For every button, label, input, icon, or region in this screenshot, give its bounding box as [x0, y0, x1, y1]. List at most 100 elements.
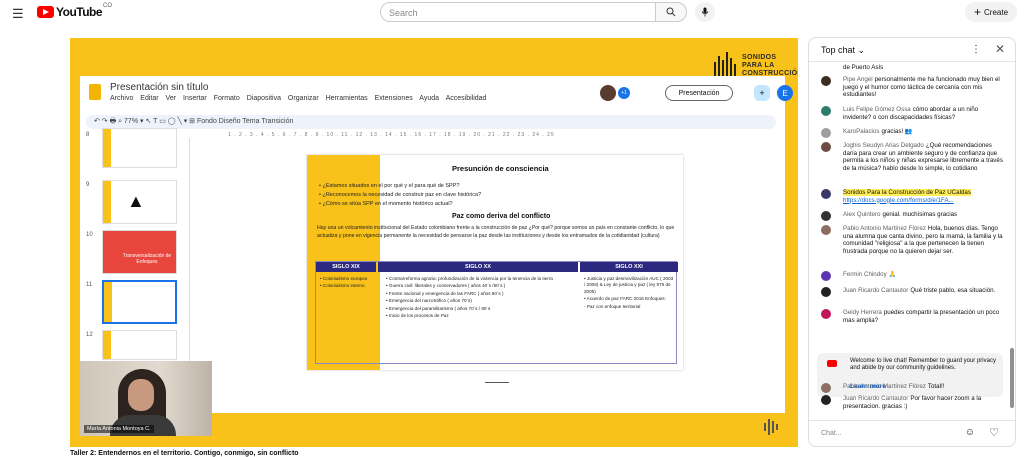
voice-search-button[interactable]	[695, 2, 715, 22]
speaker-notes-divider[interactable]	[485, 382, 509, 383]
thumb-number: 10	[86, 232, 93, 238]
heart-icon[interactable]: ♡	[989, 426, 999, 439]
share-button[interactable]: +	[754, 85, 770, 101]
menu-extensiones[interactable]: Extensiones	[375, 95, 413, 102]
table-header: SIGLO XXI	[580, 262, 678, 272]
chat-message: Geidy Herrera puedes compartir la present…	[821, 309, 1007, 324]
avatar[interactable]	[821, 142, 831, 152]
menu-organizar[interactable]: Organizar	[288, 95, 319, 102]
slide-canvas[interactable]: Presunción de consciencia • ¿Estamos sit…	[307, 155, 683, 370]
search-button[interactable]	[655, 2, 687, 22]
slide-thumbnail-8[interactable]	[102, 128, 177, 168]
chat-message: Fermin Chindoy 🙏	[821, 271, 1007, 281]
menu-diapositiva[interactable]: Diapositiva	[247, 95, 281, 102]
menu-archivo[interactable]: Archivo	[110, 95, 133, 102]
slide-table: SIGLO XIX SIGLO XX SIGLO XXI • Coloniali…	[315, 261, 678, 364]
slide-bullet: • ¿Reconocemos la necesidad de construir…	[319, 192, 482, 198]
watermark-logo-icon	[762, 417, 780, 437]
doc-title[interactable]: Presentación sin título	[110, 82, 208, 93]
emoji-icon[interactable]: ☺	[965, 427, 975, 438]
chat-message: Alex Quintero genial. muchísimas gracias	[821, 211, 1007, 221]
collaborator-avatar[interactable]	[600, 85, 616, 101]
table-cell: • Colonialismo europeo • Colonialismo in…	[320, 276, 368, 289]
chat-message: KaroPalacios gracias! 👥	[821, 128, 1007, 138]
slides-menu-bar: Archivo Editar Ver Insertar Formato Diap…	[110, 95, 489, 102]
chat-scrollbar[interactable]	[1009, 64, 1015, 424]
chat-message: Pablo Antonio Martínez Flórez Total!!	[821, 383, 1007, 393]
menu-accesibilidad[interactable]: Accesibilidad	[446, 95, 487, 102]
chat-message: Juan Ricardo Cantautor Qué triste pablo, …	[821, 287, 1007, 297]
close-icon[interactable]: ✕	[995, 42, 1005, 56]
thumb-number: 8	[86, 132, 90, 138]
avatar[interactable]	[821, 76, 831, 86]
create-button[interactable]: + Create	[965, 2, 1017, 22]
avatar[interactable]	[821, 211, 831, 221]
slide-title: Presunción de consciencia	[452, 164, 549, 173]
video-player[interactable]: SONIDOSPARA LACONSTRUCCIÓNDE PAZ Present…	[70, 38, 798, 447]
avatar[interactable]	[821, 287, 831, 297]
menu-editar[interactable]: Editar	[140, 95, 158, 102]
chat-message: Joghis Seudyn Arias Delgado ¿Qué recomend…	[821, 142, 1007, 172]
menu-icon[interactable]: ☰	[12, 6, 24, 22]
presenter-webcam: María Antonia Montoya C.	[80, 361, 212, 436]
create-label: Create	[984, 7, 1009, 17]
thumb-number: 11	[86, 282, 93, 288]
menu-herramientas[interactable]: Herramientas	[326, 95, 368, 102]
avatar[interactable]	[821, 225, 831, 235]
menu-insertar[interactable]: Insertar	[183, 95, 207, 102]
slide-subtitle: Paz como deriva del conflicto	[452, 213, 551, 220]
add-person-icon: +	[759, 88, 765, 98]
chat-messages: de Puerto Asís Pipe Angel personalmente m…	[809, 62, 1009, 422]
slide-thumbnail-10[interactable]: Transversalización de Enfoques	[102, 230, 177, 274]
avatar[interactable]	[821, 271, 831, 281]
youtube-play-icon	[37, 6, 54, 18]
table-header: SIGLO XIX	[316, 262, 376, 272]
thumb-number: 12	[86, 332, 93, 338]
slide-paragraph: Hay una un volcamiento institucional del…	[317, 225, 675, 239]
chat-header: Top chat ⌄ ⋮ ✕	[809, 38, 1015, 62]
search-input[interactable]: Search	[380, 2, 656, 22]
youtube-icon	[827, 360, 837, 367]
menu-ver[interactable]: Ver	[166, 95, 177, 102]
chevron-down-icon: ⌄	[857, 45, 866, 55]
warning-icon: ▲	[127, 191, 145, 211]
slides-toolbar[interactable]: ↶ ↷ 🖶 ⌕ 77% ▾ ↖ T ▭ ◯ ╲ ▾ ⊞ Fondo Diseño…	[86, 115, 776, 129]
vertical-ruler	[184, 138, 190, 388]
slide-bullet: • ¿Cómo se sitúa SPP en el momento histó…	[319, 201, 453, 207]
slide-bullet: • ¿Estamos situados en el por qué y el p…	[319, 183, 460, 189]
microphone-icon	[701, 7, 709, 17]
slide-thumbnail-12[interactable]	[102, 330, 177, 360]
chat-message: de Puerto Asís	[843, 64, 884, 71]
collaborator-count[interactable]: +1	[618, 87, 630, 99]
table-cell: • Justicia y paz:desmovilización AUC ( 2…	[584, 276, 674, 309]
chat-input[interactable]: Chat...	[819, 426, 949, 442]
plus-icon: +	[973, 5, 981, 19]
slide-thumbnail-11[interactable]	[102, 280, 177, 324]
chat-message: Juan Ricardo Cantautor Por favor hacer zo…	[821, 395, 1007, 410]
presenter-name: María Antonia Montoya C.	[84, 425, 154, 433]
logo-text: YouTube	[56, 5, 103, 19]
avatar[interactable]	[821, 106, 831, 116]
menu-formato[interactable]: Formato	[214, 95, 240, 102]
avatar[interactable]	[821, 395, 831, 405]
table-cell: • Contrarreforma agraria: profundización…	[386, 276, 553, 319]
chat-message: Sonidos Para la Construcción de Paz UCal…	[821, 189, 1007, 204]
user-avatar[interactable]: E	[777, 85, 793, 101]
search-icon	[666, 7, 676, 17]
live-chat-panel: Top chat ⌄ ⋮ ✕ de Puerto Asís Pipe Angel…	[808, 37, 1016, 447]
scrollbar-thumb[interactable]	[1010, 348, 1014, 408]
chat-message: Pablo Antonio Martínez Flórez Hola, bueno…	[821, 225, 1007, 255]
youtube-logo[interactable]: YouTube CO	[37, 3, 112, 19]
menu-ayuda[interactable]: Ayuda	[419, 95, 439, 102]
slide-thumbnail-9[interactable]: ▲	[102, 180, 177, 224]
slides-app-icon	[89, 84, 101, 100]
avatar[interactable]	[821, 128, 831, 138]
avatar[interactable]	[821, 309, 831, 319]
present-button[interactable]: Presentación	[665, 85, 733, 101]
chat-link[interactable]: https://docs.google.com/forms/d/e/1FA...	[843, 197, 954, 204]
more-options-icon[interactable]: ⋮	[971, 44, 981, 55]
avatar[interactable]	[821, 383, 831, 393]
youtube-header: ☰ YouTube CO Search + Create	[0, 0, 1024, 24]
top-chat-dropdown[interactable]: Top chat ⌄	[821, 45, 865, 55]
avatar[interactable]	[821, 189, 831, 199]
